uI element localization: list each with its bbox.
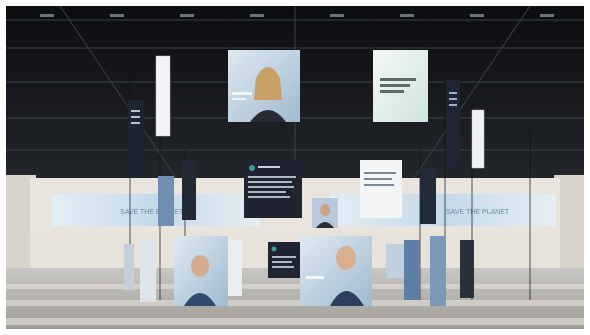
screen-lower-portrait-right xyxy=(430,236,446,306)
screen-lower-white-far-left xyxy=(140,240,156,302)
screen-center-dark-post xyxy=(244,160,302,218)
screen-lower-portrait-blue xyxy=(404,240,420,300)
led-wall-left-text: SAVE THE PLANET xyxy=(120,209,184,216)
screen-left-dark-small xyxy=(182,160,196,220)
screen-left-narrow-white xyxy=(155,55,171,137)
screen-portrait-woman xyxy=(228,50,300,122)
screen-lower-dark-right xyxy=(460,240,474,298)
screen-lower-dark-post xyxy=(268,242,300,278)
screen-lower-portrait-man-center xyxy=(300,236,372,306)
screen-quote-top-right xyxy=(373,50,428,122)
screen-right-narrow-white xyxy=(471,109,485,169)
led-wall-right-text: SAVE THE PLANET xyxy=(446,209,510,216)
screen-lower-portrait-man-left xyxy=(174,236,228,306)
screen-left-portrait-small xyxy=(158,176,174,226)
screen-right-dark-small xyxy=(420,168,436,224)
screen-lower-white-left xyxy=(228,240,242,296)
screen-center-light-post xyxy=(360,160,402,218)
screen-lower-narrow-far-left xyxy=(124,244,134,290)
screen-lower-small-portrait xyxy=(386,244,404,278)
photo-scene: SAVE THE PLANET SAVE THE PLANET xyxy=(0,0,590,335)
exhibition-hall-photo: SAVE THE PLANET SAVE THE PLANET xyxy=(0,0,590,335)
